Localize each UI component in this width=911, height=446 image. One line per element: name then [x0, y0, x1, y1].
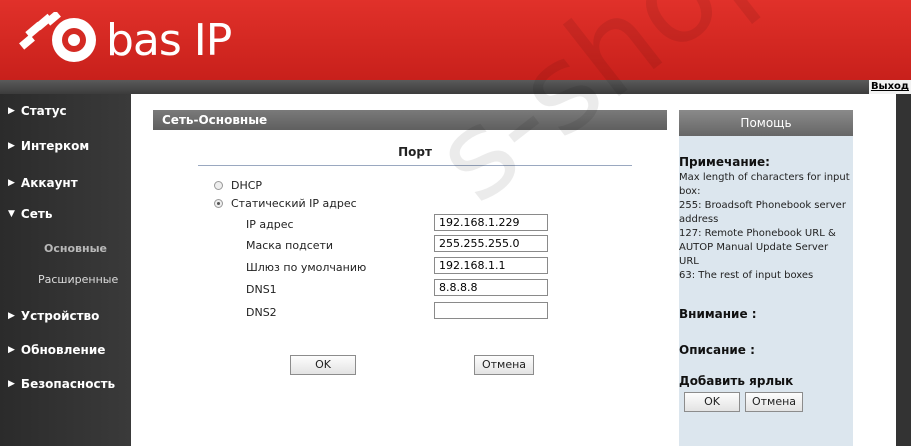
help-ok-button[interactable]: OK [684, 392, 740, 412]
note-title: Примечание: [679, 155, 770, 169]
top-bar [0, 80, 911, 94]
sidebar-item-label: Аккаунт [20, 176, 78, 190]
section-title: Порт [398, 145, 432, 159]
sidebar-item-security[interactable]: ▶ Безопасность [8, 377, 115, 391]
sidebar-item-label: Безопасность [20, 377, 116, 391]
sidebar-item-label: Статус [20, 104, 67, 118]
sidebar-item-account[interactable]: ▶ Аккаунт [8, 176, 78, 190]
triangle-right-icon: ▶ [8, 311, 15, 321]
radio-checked-icon[interactable] [214, 199, 223, 208]
sidebar-item-update[interactable]: ▶ Обновление [8, 343, 105, 357]
page-title: Сеть-Основные [153, 110, 667, 130]
sidebar-subitem-advanced[interactable]: Расширенные [38, 273, 118, 286]
add-shortcut-title: Добавить ярлык [679, 374, 794, 388]
triangle-right-icon: ▶ [8, 106, 15, 116]
radio-unchecked-icon[interactable] [214, 181, 223, 190]
ip-address-label: IP адрес [246, 218, 294, 231]
help-cancel-button[interactable]: Отмена [745, 392, 803, 412]
help-note-line: 127: Remote Phonebook URL & AUTOP Manual… [679, 228, 836, 267]
static-ip-radio[interactable]: Статический IP адрес [214, 197, 357, 210]
right-border [896, 94, 911, 446]
dns1-label: DNS1 [246, 283, 277, 296]
dns1-input[interactable] [434, 279, 548, 296]
logo-text: bas IP [106, 14, 232, 66]
subnet-mask-input[interactable] [434, 235, 548, 252]
sidebar-item-label: Обновление [20, 343, 106, 357]
sidebar-item-intercom[interactable]: ▶ Интерком [8, 139, 89, 153]
header-banner: bas IP [0, 0, 911, 80]
triangle-right-icon: ▶ [8, 178, 15, 188]
triangle-right-icon: ▶ [8, 345, 15, 355]
help-note-line: Max length of characters for input box: [679, 172, 850, 197]
help-title: Помощь [679, 110, 853, 136]
radio-label: Статический IP адрес [231, 197, 357, 210]
description-title: Описание : [679, 343, 755, 357]
logo-mark-icon [19, 12, 96, 62]
sidebar-item-label: Интерком [20, 139, 90, 153]
sidebar-item-network[interactable]: ▼ Сеть [8, 207, 52, 221]
sidebar-subitem-basic[interactable]: Основные [44, 242, 107, 255]
sidebar-item-device[interactable]: ▶ Устройство [8, 309, 99, 323]
radio-label: DHCP [231, 179, 263, 192]
help-note-text: Max length of characters for input box: … [679, 171, 851, 283]
dns2-input[interactable] [434, 302, 548, 319]
logout-link[interactable]: Выход [868, 80, 911, 94]
bas-ip-logo: bas IP [18, 10, 232, 70]
triangle-down-icon: ▼ [8, 209, 15, 219]
subnet-mask-label: Маска подсети [246, 239, 334, 252]
dns2-label: DNS2 [246, 306, 277, 319]
ip-address-input[interactable] [434, 214, 548, 231]
triangle-right-icon: ▶ [8, 379, 15, 389]
help-note-line: 63: The rest of input boxes [679, 270, 814, 281]
sidebar-item-label: Устройство [20, 309, 100, 323]
gateway-label: Шлюз по умолчанию [246, 261, 367, 274]
attention-title: Внимание : [679, 307, 757, 321]
gateway-input[interactable] [434, 257, 548, 274]
triangle-right-icon: ▶ [8, 141, 15, 151]
help-note-line: 255: Broadsoft Phonebook server address [679, 200, 846, 225]
dhcp-radio[interactable]: DHCP [214, 179, 262, 192]
ok-button[interactable]: OK [290, 355, 356, 375]
cancel-button[interactable]: Отмена [474, 355, 534, 375]
section-divider [198, 165, 632, 166]
sidebar-item-label: Сеть [20, 207, 53, 221]
sidebar-item-status[interactable]: ▶ Статус [8, 104, 67, 118]
